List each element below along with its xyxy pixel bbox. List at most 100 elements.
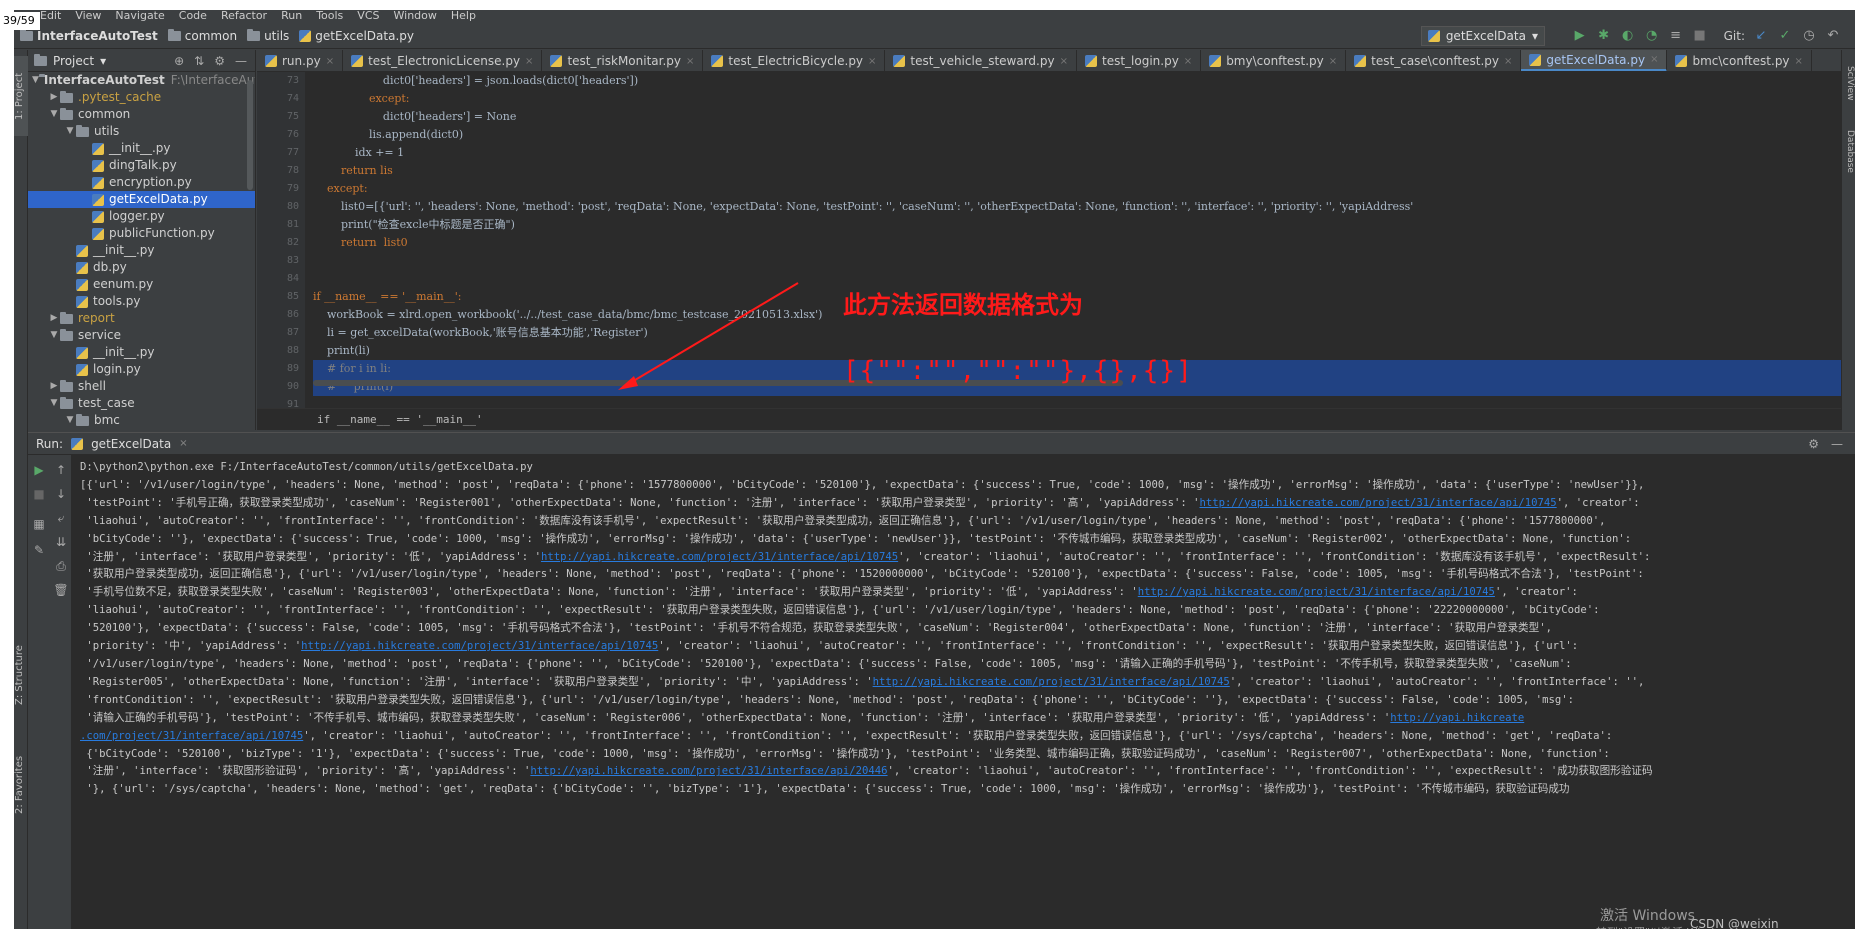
tree-item[interactable]: tools.py [28,293,255,310]
tree-item[interactable]: ▼ bmc [28,412,255,429]
gear-icon[interactable]: ⚙ [1808,437,1819,451]
console-link[interactable]: http://yapi.hikcreate [1390,712,1524,724]
menu-help[interactable]: Help [451,10,476,22]
chevron-right-icon[interactable]: ▶ [48,310,60,327]
editor-tab[interactable]: test_riskMonitar.py × [542,50,704,71]
console-link[interactable]: http://yapi.hikcreate.com/project/31/int… [1200,497,1557,509]
trash-icon[interactable]: 🗑 [52,581,70,599]
close-icon[interactable]: × [868,56,876,67]
collapse-icon[interactable]: ⇅ [194,54,204,68]
tree-item[interactable]: getExcelData.py [28,191,255,208]
down-arrow-icon[interactable]: ↓ [52,485,70,503]
git-history-icon[interactable]: ◷ [1801,28,1817,44]
tree-item[interactable]: eenum.py [28,276,255,293]
tree-item[interactable]: encryption.py [28,174,255,191]
print-icon[interactable]: ⎙ [52,557,70,575]
scroll-to-end-icon[interactable]: ⇊ [52,533,70,551]
code-line[interactable] [313,252,1841,270]
console-link[interactable]: http://yapi.hikcreate.com/project/31/int… [301,640,658,652]
chevron-right-icon[interactable]: ▶ [48,89,60,106]
chevron-down-icon[interactable]: ▾ [100,54,106,68]
run-tab[interactable]: getExcelData [91,437,171,451]
breadcrumb-project[interactable]: InterfaceAutoTest [20,28,158,43]
menu-refactor[interactable]: Refactor [221,10,267,22]
stop-icon[interactable]: ■ [30,485,48,503]
chevron-down-icon[interactable]: ▼ [64,412,76,429]
close-icon[interactable]: × [1650,54,1658,65]
minimize-icon[interactable]: — [1831,437,1843,451]
tree-item[interactable]: db.py [28,259,255,276]
tree-item[interactable]: login.py [28,361,255,378]
tree-item[interactable]: ▼ service [28,327,255,344]
stop-icon[interactable]: ■ [1692,28,1708,44]
editor-tab[interactable]: bmc\conftest.py × [1667,50,1812,71]
tree-item[interactable]: ▼ InterfaceAutoTest F:\InterfaceAutoTest [28,72,255,89]
code-line[interactable] [313,396,1841,408]
editor-tab[interactable]: test_ElectronicLicense.py × [343,50,543,71]
locate-icon[interactable]: ⊕ [174,54,184,68]
menu-tools[interactable]: Tools [316,10,343,22]
rerun-icon[interactable]: ▶ [30,461,48,479]
coverage-icon[interactable]: ◐ [1620,28,1636,44]
console-link[interactable]: http://yapi.hikcreate.com/project/31/int… [541,551,898,563]
chevron-down-icon[interactable]: ▼ [48,106,60,123]
breadcrumb-file[interactable]: getExcelData.py [299,29,414,43]
console-output[interactable]: D:\python2\python.exe F:/InterfaceAutoTe… [80,459,1845,929]
editor-breadcrumb[interactable]: if __name__ == '__main__' [257,408,1841,430]
gear-icon[interactable]: ⚙ [214,54,225,68]
undo-icon[interactable]: ↶ [1825,28,1841,44]
run-configuration-select[interactable]: getExcelData ▾ [1420,26,1545,46]
close-icon[interactable]: × [1504,56,1512,67]
pin-icon[interactable]: ✎ [30,541,48,559]
up-arrow-icon[interactable]: ↑ [52,461,70,479]
chevron-down-icon[interactable]: ▼ [48,395,60,412]
tool-tab-database[interactable]: Database [1843,130,1855,190]
close-icon[interactable]: × [1060,56,1068,67]
close-icon[interactable]: × [525,56,533,67]
git-update-icon[interactable]: ↙ [1753,28,1769,44]
project-panel-title[interactable]: Project [53,54,94,68]
debug-icon[interactable]: ✱ [1596,28,1612,44]
chevron-down-icon[interactable]: ▼ [32,72,39,89]
menu-edit[interactable]: Edit [40,10,61,22]
profile-icon[interactable]: ◔ [1644,28,1660,44]
editor-tab[interactable]: test_ElectricBicycle.py × [703,50,886,71]
close-icon[interactable]: × [1329,56,1337,67]
code-line[interactable]: print("检查excle中标题是否正确") [313,216,1841,234]
editor-tab[interactable]: test_login.py × [1077,50,1202,71]
tree-item[interactable]: __init__.py [28,344,255,361]
breadcrumb-common[interactable]: common [167,28,237,43]
close-icon[interactable]: × [179,438,187,449]
run-icon[interactable]: ▶ [1572,28,1588,44]
tree-item[interactable]: dingTalk.py [28,157,255,174]
tree-item[interactable]: ▶ report [28,310,255,327]
project-scrollbar[interactable] [247,80,253,190]
tree-item[interactable]: publicFunction.py [28,225,255,242]
close-icon[interactable]: × [1184,56,1192,67]
layout-icon[interactable]: ▦ [30,515,48,533]
tree-item[interactable]: __init__.py [28,242,255,259]
editor-tab[interactable]: test_case\conftest.py × [1346,50,1522,71]
tool-tab-sciview[interactable]: SciView [1843,66,1855,116]
code-line[interactable]: except: [313,90,1841,108]
code-line[interactable]: return lis [313,162,1841,180]
chevron-down-icon[interactable]: ▼ [48,327,60,344]
menu-run[interactable]: Run [281,10,302,22]
code-line[interactable]: idx += 1 [313,144,1841,162]
chevron-right-icon[interactable]: ▶ [48,378,60,395]
tree-item[interactable]: logger.py [28,208,255,225]
tree-item[interactable]: __init__.py [28,140,255,157]
menu-view[interactable]: View [75,10,101,22]
console-link[interactable]: http://yapi.hikcreate.com/project/31/int… [1138,586,1495,598]
build-icon[interactable]: ≡ [1668,28,1684,44]
code-line[interactable]: except: [313,180,1841,198]
tree-item[interactable]: ▼ test_case [28,395,255,412]
breadcrumb-utils[interactable]: utils [247,28,289,43]
console-link[interactable]: http://yapi.hikcreate.com/project/31/int… [530,765,887,777]
console-link[interactable]: http://yapi.hikcreate.com/project/31/int… [873,676,1230,688]
tool-tab-favorites[interactable]: 2: Favorites [14,740,28,830]
close-icon[interactable]: × [326,56,334,67]
editor-tab[interactable]: bmy\conftest.py × [1201,50,1347,71]
chevron-down-icon[interactable]: ▼ [64,123,76,140]
tool-tab-project[interactable]: 1: Project [14,56,28,136]
